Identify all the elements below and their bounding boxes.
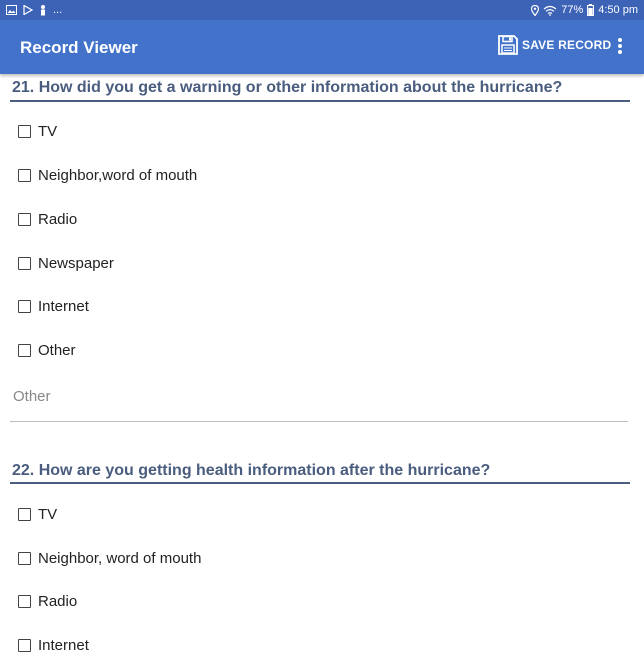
other-text-input[interactable] — [10, 372, 628, 422]
q22-option-neighbor[interactable]: Neighbor, word of mouth — [18, 550, 201, 567]
checkbox[interactable] — [18, 213, 31, 226]
option-label: Neighbor, word of mouth — [38, 550, 202, 567]
question-22-divider — [10, 482, 630, 484]
battery-icon — [587, 4, 595, 16]
checkbox[interactable] — [18, 552, 31, 565]
gallery-notification-icon — [6, 5, 17, 15]
status-bar: ... 77% 4:50 pm — [0, 0, 644, 20]
status-left-icons: ... — [6, 3, 62, 17]
more-vert-icon — [618, 38, 622, 42]
play-store-notification-icon — [23, 5, 33, 15]
wifi-icon — [543, 5, 557, 16]
checkbox[interactable] — [18, 344, 31, 357]
app-bar: Record Viewer SAVE RECORD — [0, 20, 644, 74]
battery-percent: 77% — [561, 4, 584, 16]
q21-option-internet[interactable]: Internet — [18, 298, 89, 315]
option-label: Internet — [38, 298, 89, 315]
question-21-title: 21. How did you get a warning or other i… — [12, 79, 563, 96]
save-icon — [498, 35, 518, 55]
person-notification-icon — [41, 4, 45, 15]
save-record-button[interactable]: SAVE RECORD — [498, 35, 611, 55]
status-time: 4:50 pm — [598, 4, 638, 16]
q22-option-radio[interactable]: Radio — [18, 593, 77, 610]
option-label: TV — [38, 506, 58, 523]
checkbox[interactable] — [18, 125, 31, 138]
question-22-title: 22. How are you getting health informati… — [12, 462, 491, 479]
question-21-divider — [10, 100, 630, 102]
checkbox[interactable] — [18, 257, 31, 270]
option-label: Newspaper — [38, 255, 114, 272]
option-label: Internet — [38, 637, 89, 654]
option-label: Other — [38, 342, 76, 359]
status-overflow: ... — [53, 4, 63, 16]
more-options-button[interactable] — [612, 36, 628, 58]
q22-option-internet[interactable]: Internet — [18, 637, 89, 654]
checkbox[interactable] — [18, 639, 31, 652]
q21-option-radio[interactable]: Radio — [18, 211, 77, 228]
save-record-label: SAVE RECORD — [522, 38, 612, 52]
option-label: TV — [38, 123, 58, 140]
app-title: Record Viewer — [20, 38, 138, 57]
checkbox[interactable] — [18, 300, 31, 313]
location-icon — [531, 4, 540, 16]
q21-option-neighbor[interactable]: Neighbor,word of mouth — [18, 167, 197, 184]
status-right-icons: 77% 4:50 pm — [531, 3, 638, 17]
q21-option-tv[interactable]: TV — [18, 123, 57, 140]
option-label: Neighbor,word of mouth — [38, 167, 198, 184]
q21-option-newspaper[interactable]: Newspaper — [18, 255, 114, 272]
checkbox[interactable] — [18, 508, 31, 521]
option-label: Radio — [38, 211, 78, 228]
checkbox[interactable] — [18, 169, 31, 182]
checkbox[interactable] — [18, 595, 31, 608]
q21-option-other[interactable]: Other — [18, 342, 76, 359]
q22-option-tv[interactable]: TV — [18, 506, 57, 523]
option-label: Radio — [38, 593, 78, 610]
